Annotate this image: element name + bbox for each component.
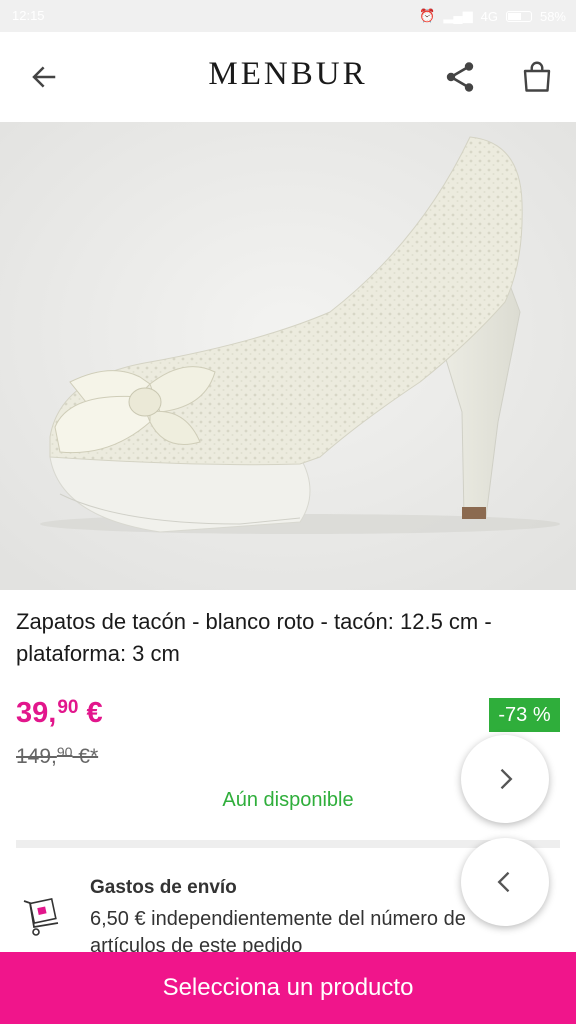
current-price: 39,90 €: [16, 697, 103, 730]
discount-badge: -73 %: [489, 698, 560, 732]
chevron-left-icon: [497, 871, 510, 893]
next-button[interactable]: [461, 735, 549, 823]
app-header: MENBUR: [0, 32, 576, 123]
delivery-trolley-icon: [23, 897, 59, 936]
brand-logo[interactable]: MENBUR: [150, 56, 426, 93]
battery-level: 58%: [539, 8, 566, 24]
network-label: 4G: [480, 8, 498, 24]
arrow-left-icon: [32, 66, 56, 88]
share-icon: [446, 62, 474, 92]
signal-icon: ▂▄▆: [443, 8, 473, 23]
select-product-button[interactable]: Selecciona un producto: [0, 952, 576, 1024]
status-bar: 12:15 ⏰ ▂▄▆ 4G 58%: [0, 0, 576, 32]
shipping-title: Gastos de envío: [90, 877, 237, 898]
shoe-illustration: [0, 122, 576, 590]
product-image[interactable]: [0, 122, 576, 590]
price-whole: 39,: [16, 697, 57, 729]
cart-button[interactable]: [513, 52, 561, 102]
back-button[interactable]: [20, 52, 68, 102]
status-icons: ⏰ ▂▄▆ 4G 58%: [419, 8, 566, 24]
share-button[interactable]: [436, 52, 484, 102]
old-price-cents: 90: [56, 744, 73, 760]
product-title: Zapatos de tacón - blanco roto - tacón: …: [16, 609, 492, 666]
shopping-bag-icon: [523, 61, 551, 92]
old-price-suffix: €*: [72, 745, 99, 768]
price-cents: 90: [57, 697, 79, 718]
alarm-icon: ⏰: [419, 8, 436, 23]
previous-button[interactable]: [461, 838, 549, 926]
status-time: 12:15: [12, 8, 45, 23]
original-price: 149,90 €*: [16, 744, 98, 769]
shipping-text: 6,50 € independientemente del número de …: [90, 908, 466, 952]
price-currency: €: [78, 697, 103, 729]
battery-icon: [505, 10, 532, 22]
chevron-right-icon: [500, 768, 513, 790]
old-price-whole: 149,: [16, 745, 57, 768]
